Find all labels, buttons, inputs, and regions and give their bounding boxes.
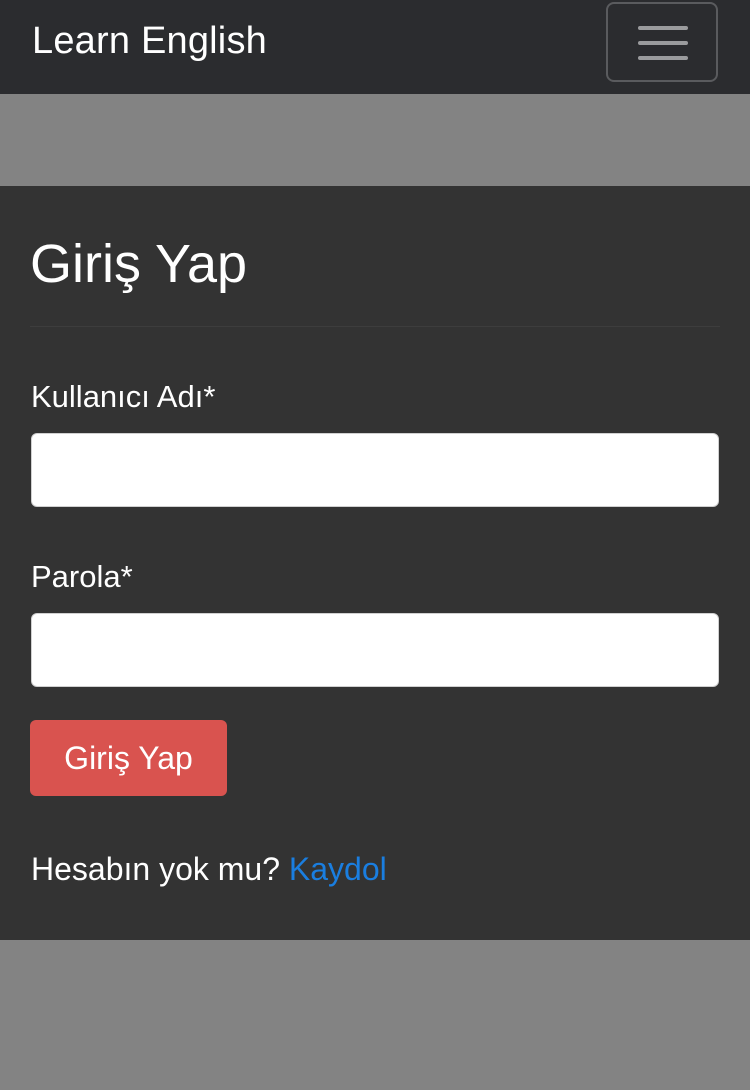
- top-navbar: Learn English: [0, 0, 750, 94]
- navbar-toggle-button[interactable]: [606, 2, 718, 82]
- password-label: Parola*: [31, 559, 133, 594]
- page-title: Giriş Yap: [30, 234, 248, 294]
- title-divider: [30, 326, 720, 327]
- signup-link[interactable]: Kaydol: [289, 851, 387, 887]
- brand-link[interactable]: Learn English: [32, 18, 267, 64]
- signup-prompt: Hesabın yok mu? Kaydol: [31, 849, 387, 889]
- password-input[interactable]: [31, 613, 719, 687]
- username-label: Kullanıcı Adı*: [31, 379, 216, 414]
- login-submit-button[interactable]: Giriş Yap: [30, 720, 227, 796]
- username-input[interactable]: [31, 433, 719, 507]
- no-account-text: Hesabın yok mu?: [31, 851, 281, 887]
